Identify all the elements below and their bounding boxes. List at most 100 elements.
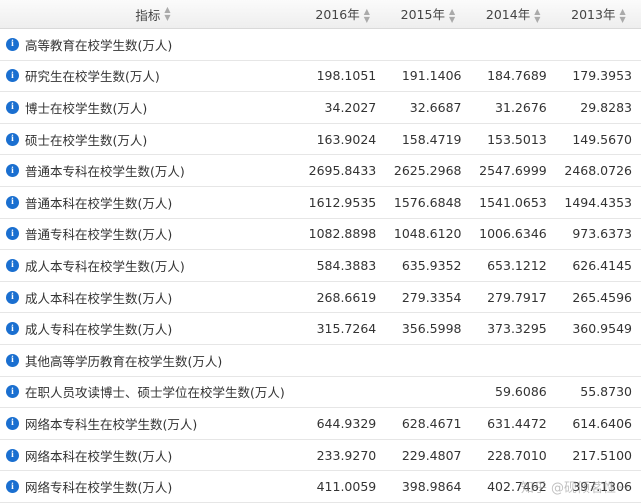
- sort-icon[interactable]: ▲ ▼: [449, 7, 455, 24]
- cell-2015: 2625.2968: [393, 163, 462, 179]
- row-indicator-label: 硕士在校学生数(万人): [25, 132, 148, 148]
- col-header-2016[interactable]: 2016年 ▲ ▼: [300, 4, 385, 24]
- col-header-label: 2014年: [485, 7, 531, 23]
- info-icon[interactable]: i: [6, 227, 19, 241]
- table-row: i 成人专科在校学生数(万人) 315.7264 356.5998 373.32…: [0, 313, 641, 345]
- row-indicator: i 成人专科在校学生数(万人): [0, 319, 300, 338]
- cell-2015: 1048.6120: [393, 226, 462, 242]
- info-icon[interactable]: i: [6, 353, 19, 367]
- info-icon[interactable]: i: [6, 164, 19, 178]
- cell-2013: 179.3953: [572, 68, 632, 84]
- cell-2015: 356.5998: [401, 321, 462, 337]
- col-header-indicator-label: 指标: [135, 7, 161, 23]
- cell-2015: 635.9352: [401, 257, 462, 273]
- cell-2014: 631.4472: [487, 415, 547, 431]
- table-row: i 其他高等学历教育在校学生数(万人): [0, 345, 641, 377]
- cell-2015: 158.4719: [401, 131, 462, 147]
- table-row: i 普通本科在校学生数(万人) 1612.9535 1576.6848 1541…: [0, 187, 641, 219]
- info-icon[interactable]: i: [6, 258, 19, 272]
- info-icon[interactable]: i: [6, 480, 19, 494]
- table-row: i 研究生在校学生数(万人) 198.1051 191.1406 184.768…: [0, 61, 641, 93]
- row-indicator-label: 高等教育在校学生数(万人): [25, 37, 173, 53]
- row-indicator: i 普通本专科在校学生数(万人): [0, 161, 300, 180]
- row-indicator: i 成人本专科在校学生数(万人): [0, 256, 300, 275]
- table-row: i 普通本专科在校学生数(万人) 2695.8433 2625.2968 254…: [0, 155, 641, 187]
- row-indicator-label: 研究生在校学生数(万人): [25, 69, 160, 85]
- cell-2015: 1576.6848: [393, 194, 462, 210]
- sort-icon[interactable]: ▲ ▼: [619, 7, 625, 24]
- cell-2014: 184.7689: [487, 68, 547, 84]
- sort-icon[interactable]: ▲ ▼: [364, 7, 370, 24]
- cell-2015: 628.4671: [401, 415, 462, 431]
- cell-2014: 1006.6346: [479, 226, 547, 242]
- row-indicator: i 网络本科在校学生数(万人): [0, 446, 300, 465]
- cell-2016: 163.9024: [316, 131, 377, 147]
- col-header-label: 2016年: [315, 7, 360, 23]
- info-icon[interactable]: i: [6, 416, 19, 430]
- sort-icon[interactable]: ▲ ▼: [164, 6, 170, 22]
- cell-2016: 268.6619: [316, 289, 377, 305]
- table-row: i 网络本科在校学生数(万人) 233.9270 229.4807 228.70…: [0, 440, 641, 472]
- row-indicator-label: 普通专科在校学生数(万人): [25, 227, 173, 243]
- cell-2016: 2695.8433: [308, 163, 377, 179]
- cell-2013: 973.6373: [572, 226, 632, 242]
- info-icon[interactable]: i: [6, 100, 19, 114]
- row-indicator-label: 网络专科在校学生数(万人): [25, 480, 173, 496]
- info-icon[interactable]: i: [6, 448, 19, 462]
- cell-2016: 34.2027: [324, 99, 377, 115]
- table-row: i 普通专科在校学生数(万人) 1082.8898 1048.6120 1006…: [0, 219, 641, 251]
- cell-2013: 217.5100: [572, 447, 632, 463]
- row-indicator: i 博士在校学生数(万人): [0, 98, 300, 117]
- row-indicator: i 研究生在校学生数(万人): [0, 66, 300, 85]
- row-indicator: i 在职人员攻读博士、硕士学位在校学生数(万人): [0, 382, 300, 401]
- cell-2013: 397.1306: [572, 479, 632, 495]
- sort-icon[interactable]: ▲ ▼: [534, 7, 540, 24]
- info-icon[interactable]: i: [6, 322, 19, 336]
- info-icon[interactable]: i: [6, 37, 19, 51]
- row-indicator: i 普通专科在校学生数(万人): [0, 224, 300, 243]
- cell-2014: 2547.6999: [479, 163, 547, 179]
- cell-2014: 59.6086: [495, 384, 547, 400]
- cell-2016: 1612.9535: [308, 194, 377, 210]
- info-icon[interactable]: i: [6, 195, 19, 209]
- col-header-2013[interactable]: 2013年 ▲ ▼: [556, 4, 641, 24]
- col-header-2014[interactable]: 2014年 ▲ ▼: [471, 4, 556, 24]
- info-icon[interactable]: i: [6, 132, 19, 146]
- cell-2013: 29.8283: [580, 99, 632, 115]
- cell-2015: 398.9864: [401, 479, 462, 495]
- cell-2014: 402.7462: [487, 479, 547, 495]
- row-indicator: i 普通本科在校学生数(万人): [0, 193, 300, 212]
- table-body: i 高等教育在校学生数(万人) i 研究生在校学生数(万人) 198.1051 …: [0, 29, 641, 503]
- data-table: 指标 ▲ ▼ 2016年 ▲ ▼ 2015年 ▲ ▼ 2014年 ▲ ▼ 2013年 ▲ ▼ i …: [0, 0, 641, 503]
- row-indicator-label: 博士在校学生数(万人): [25, 100, 148, 116]
- row-indicator-label: 普通本科在校学生数(万人): [25, 195, 173, 211]
- row-indicator: i 网络本专科生在校学生数(万人): [0, 414, 300, 433]
- col-header-label: 2015年: [400, 7, 445, 23]
- col-header-indicator[interactable]: 指标 ▲ ▼: [0, 5, 300, 24]
- row-indicator-label: 网络本科在校学生数(万人): [25, 448, 173, 464]
- table-row: i 成人本专科在校学生数(万人) 584.3883 635.9352 653.1…: [0, 250, 641, 282]
- cell-2016: 1082.8898: [308, 226, 377, 242]
- cell-2014: 228.7010: [487, 447, 547, 463]
- cell-2016: 198.1051: [316, 68, 377, 84]
- cell-2013: 55.8730: [580, 384, 632, 400]
- info-icon[interactable]: i: [6, 385, 19, 399]
- cell-2013: 614.6406: [572, 415, 632, 431]
- row-indicator: i 成人本科在校学生数(万人): [0, 288, 300, 307]
- table-row: i 在职人员攻读博士、硕士学位在校学生数(万人) 59.6086 55.8730: [0, 377, 641, 409]
- cell-2014: 373.3295: [487, 321, 547, 337]
- cell-2013: 2468.0726: [564, 163, 632, 179]
- cell-2016: 644.9329: [316, 415, 377, 431]
- cell-2016: 233.9270: [316, 447, 377, 463]
- col-header-2015[interactable]: 2015年 ▲ ▼: [385, 4, 470, 24]
- row-indicator: i 网络专科在校学生数(万人): [0, 477, 300, 496]
- row-indicator-label: 成人本科在校学生数(万人): [25, 290, 173, 306]
- cell-2016: 584.3883: [316, 257, 377, 273]
- table-row: i 高等教育在校学生数(万人): [0, 29, 641, 61]
- info-icon[interactable]: i: [6, 290, 19, 304]
- cell-2015: 229.4807: [401, 447, 462, 463]
- table-row: i 网络专科在校学生数(万人) 411.0059 398.9864 402.74…: [0, 471, 641, 503]
- table-row: i 成人本科在校学生数(万人) 268.6619 279.3354 279.79…: [0, 282, 641, 314]
- cell-2015: 279.3354: [401, 289, 462, 305]
- info-icon[interactable]: i: [6, 69, 19, 83]
